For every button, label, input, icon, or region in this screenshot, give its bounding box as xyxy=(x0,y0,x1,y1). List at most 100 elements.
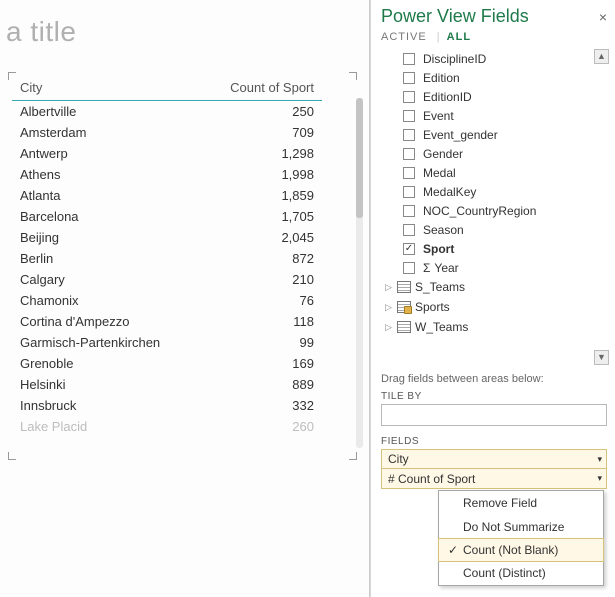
table-row[interactable]: Athens1,998 xyxy=(12,164,322,185)
context-menu-label: Do Not Summarize xyxy=(463,520,564,534)
data-table: City Count of Sport Albertville250Amster… xyxy=(12,76,322,437)
table-row[interactable]: Helsinki889 xyxy=(12,374,322,395)
cell-count: 709 xyxy=(201,122,322,143)
field-item[interactable]: Edition xyxy=(403,68,607,87)
table-scrollbar[interactable] xyxy=(356,98,363,448)
expand-icon[interactable]: ▷ xyxy=(385,282,395,293)
context-menu-item[interactable]: Do Not Summarize xyxy=(439,515,603,539)
table-icon xyxy=(397,321,411,333)
checkbox-icon[interactable] xyxy=(403,262,415,274)
field-label: NOC_CountryRegion xyxy=(423,204,536,218)
dropdown-icon[interactable]: ▾ xyxy=(597,454,602,465)
table-scrollbar-thumb[interactable] xyxy=(356,98,363,218)
cell-count: 1,859 xyxy=(201,185,322,206)
checkbox-icon[interactable] xyxy=(403,129,415,141)
table-row[interactable]: Chamonix76 xyxy=(12,290,322,311)
column-header-city[interactable]: City xyxy=(12,76,201,101)
cell-count: 1,705 xyxy=(201,206,322,227)
checkbox-icon[interactable] xyxy=(403,91,415,103)
table-row[interactable]: Grenoble169 xyxy=(12,353,322,374)
checkbox-icon[interactable] xyxy=(403,148,415,160)
checkbox-icon[interactable] xyxy=(403,186,415,198)
close-icon[interactable]: × xyxy=(599,9,607,25)
table-folder[interactable]: ▷W_Teams xyxy=(381,317,607,337)
field-item[interactable]: Gender xyxy=(403,144,607,163)
table-row[interactable]: Garmisch-Partenkirchen99 xyxy=(12,332,322,353)
field-item[interactable]: DisciplineID xyxy=(403,49,607,68)
cell-count: 2,045 xyxy=(201,227,322,248)
table-row[interactable]: Innsbruck332 xyxy=(12,395,322,416)
fieldwell-item[interactable]: # Count of Sport ▾ xyxy=(381,469,607,489)
field-item[interactable]: ✓Sport xyxy=(403,239,607,258)
title-placeholder[interactable]: a title xyxy=(0,8,369,76)
field-label: Season xyxy=(423,223,464,237)
table-icon xyxy=(397,281,411,293)
drag-hint: Drag fields between areas below: xyxy=(381,373,607,385)
cell-city: Berlin xyxy=(12,248,201,269)
table-folder[interactable]: ▷S_Teams xyxy=(381,277,607,297)
dropdown-icon[interactable]: ▾ xyxy=(597,473,602,484)
table-folder[interactable]: ▷Sports xyxy=(381,297,607,317)
expand-icon[interactable]: ▷ xyxy=(385,302,395,313)
field-scroll-down[interactable]: ▼ xyxy=(594,350,609,365)
fieldwell-item[interactable]: City ▾ xyxy=(381,449,607,469)
table-row[interactable]: Calgary210 xyxy=(12,269,322,290)
report-canvas: a title City Count of Sport Albertville2… xyxy=(0,0,370,597)
field-item[interactable]: ΣYear xyxy=(403,258,607,277)
field-label: Event xyxy=(423,109,454,123)
context-menu-item[interactable]: Count (Distinct) xyxy=(439,561,603,585)
tab-active[interactable]: ACTIVE xyxy=(381,29,435,47)
cell-count: 1,998 xyxy=(201,164,322,185)
field-item[interactable]: Event xyxy=(403,106,607,125)
cell-city: Antwerp xyxy=(12,143,201,164)
table-row[interactable]: Amsterdam709 xyxy=(12,122,322,143)
pane-tabs: ACTIVE| ALL xyxy=(381,29,607,47)
field-item[interactable]: Season xyxy=(403,220,607,239)
cell-city: Grenoble xyxy=(12,353,201,374)
tile-by-dropzone[interactable] xyxy=(381,404,607,426)
cell-count: 1,298 xyxy=(201,143,322,164)
field-item[interactable]: MedalKey xyxy=(403,182,607,201)
field-item[interactable]: NOC_CountryRegion xyxy=(403,201,607,220)
context-menu-item[interactable]: Remove Field xyxy=(439,491,603,515)
table-row[interactable]: Barcelona1,705 xyxy=(12,206,322,227)
cell-count: 118 xyxy=(201,311,322,332)
tab-all[interactable]: ALL xyxy=(447,29,479,47)
field-item[interactable]: EditionID xyxy=(403,87,607,106)
table-row[interactable]: Cortina d'Ampezzo118 xyxy=(12,311,322,332)
checkbox-icon[interactable] xyxy=(403,110,415,122)
table-row[interactable]: Antwerp1,298 xyxy=(12,143,322,164)
field-list-region: ▲ DisciplineIDEdition EditionID Event Event… xyxy=(381,49,607,365)
checkbox-icon[interactable] xyxy=(403,205,415,217)
checkbox-icon[interactable] xyxy=(403,72,415,84)
field-item[interactable]: Event_gender xyxy=(403,125,607,144)
cell-city: Albertville xyxy=(12,101,201,123)
field-label: MedalKey xyxy=(423,185,476,199)
checkbox-icon[interactable]: ✓ xyxy=(403,243,415,255)
table-row[interactable]: Atlanta1,859 xyxy=(12,185,322,206)
checkbox-icon[interactable] xyxy=(403,224,415,236)
checkbox-icon[interactable] xyxy=(403,53,415,65)
fieldwell-label: City xyxy=(388,452,409,466)
table-row[interactable]: Berlin872 xyxy=(12,248,322,269)
column-header-count[interactable]: Count of Sport xyxy=(201,76,322,101)
field-label: Year xyxy=(434,261,458,275)
field-scroll-up[interactable]: ▲ xyxy=(594,49,609,64)
cell-count: 332 xyxy=(201,395,322,416)
fieldwell-label: # Count of Sport xyxy=(388,472,475,486)
cell-count: 210 xyxy=(201,269,322,290)
field-label: EditionID xyxy=(423,90,472,104)
checkbox-icon[interactable] xyxy=(403,167,415,179)
expand-icon[interactable]: ▷ xyxy=(385,322,395,333)
field-label: Event_gender xyxy=(423,128,498,142)
cell-city: Innsbruck xyxy=(12,395,201,416)
table-row[interactable]: Beijing2,045 xyxy=(12,227,322,248)
cell-city: Barcelona xyxy=(12,206,201,227)
field-item[interactable]: Medal xyxy=(403,163,607,182)
table-visual[interactable]: City Count of Sport Albertville250Amster… xyxy=(12,76,353,456)
table-row[interactable]: Albertville250 xyxy=(12,101,322,123)
context-menu-item[interactable]: ✓Count (Not Blank) xyxy=(438,538,604,562)
cell-count: 76 xyxy=(201,290,322,311)
table-row[interactable]: Lake Placid260 xyxy=(12,416,322,437)
cell-count: 889 xyxy=(201,374,322,395)
